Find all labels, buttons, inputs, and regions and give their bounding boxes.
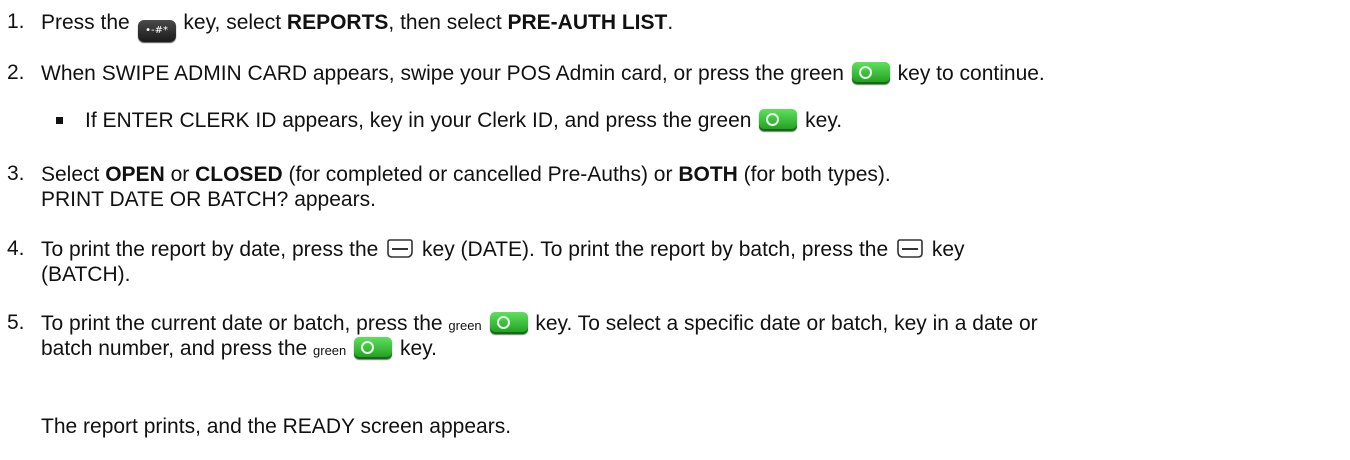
step-3-text: Select OPEN or CLOSED (for completed or … (41, 163, 891, 186)
function-key-icon: •-#* (137, 20, 176, 42)
step-number: 5. (7, 311, 25, 334)
step-5-line2: batch number, and press the green key. (41, 337, 437, 360)
step-5-text: To print the current date or batch, pres… (41, 312, 1038, 335)
step-number: 4. (7, 237, 25, 260)
step-3-line2: PRINT DATE OR BATCH? appears. (41, 188, 376, 211)
bullet-text: If ENTER CLERK ID appears, key in your C… (85, 109, 843, 132)
green-key-icon (851, 62, 890, 84)
step-number: 3. (7, 162, 25, 185)
green-key-icon (354, 337, 393, 359)
green-key-icon (759, 109, 798, 131)
green-key-icon (489, 312, 528, 334)
step-4-text: To print the report by date, press the k… (41, 238, 965, 261)
step-4-line2: (BATCH). (41, 263, 131, 286)
step-number: 2. (7, 61, 25, 84)
final-text: The report prints, and the READY screen … (41, 415, 512, 438)
left-soft-key-icon (387, 239, 414, 258)
step-2-text: When SWIPE ADMIN CARD appears, swipe you… (41, 62, 1045, 85)
step-number: 1. (7, 10, 25, 33)
bullet-icon (56, 117, 63, 124)
right-soft-key-icon (897, 239, 923, 258)
step-1-text: Press the •-#* key, select REPORTS, then… (41, 10, 673, 42)
